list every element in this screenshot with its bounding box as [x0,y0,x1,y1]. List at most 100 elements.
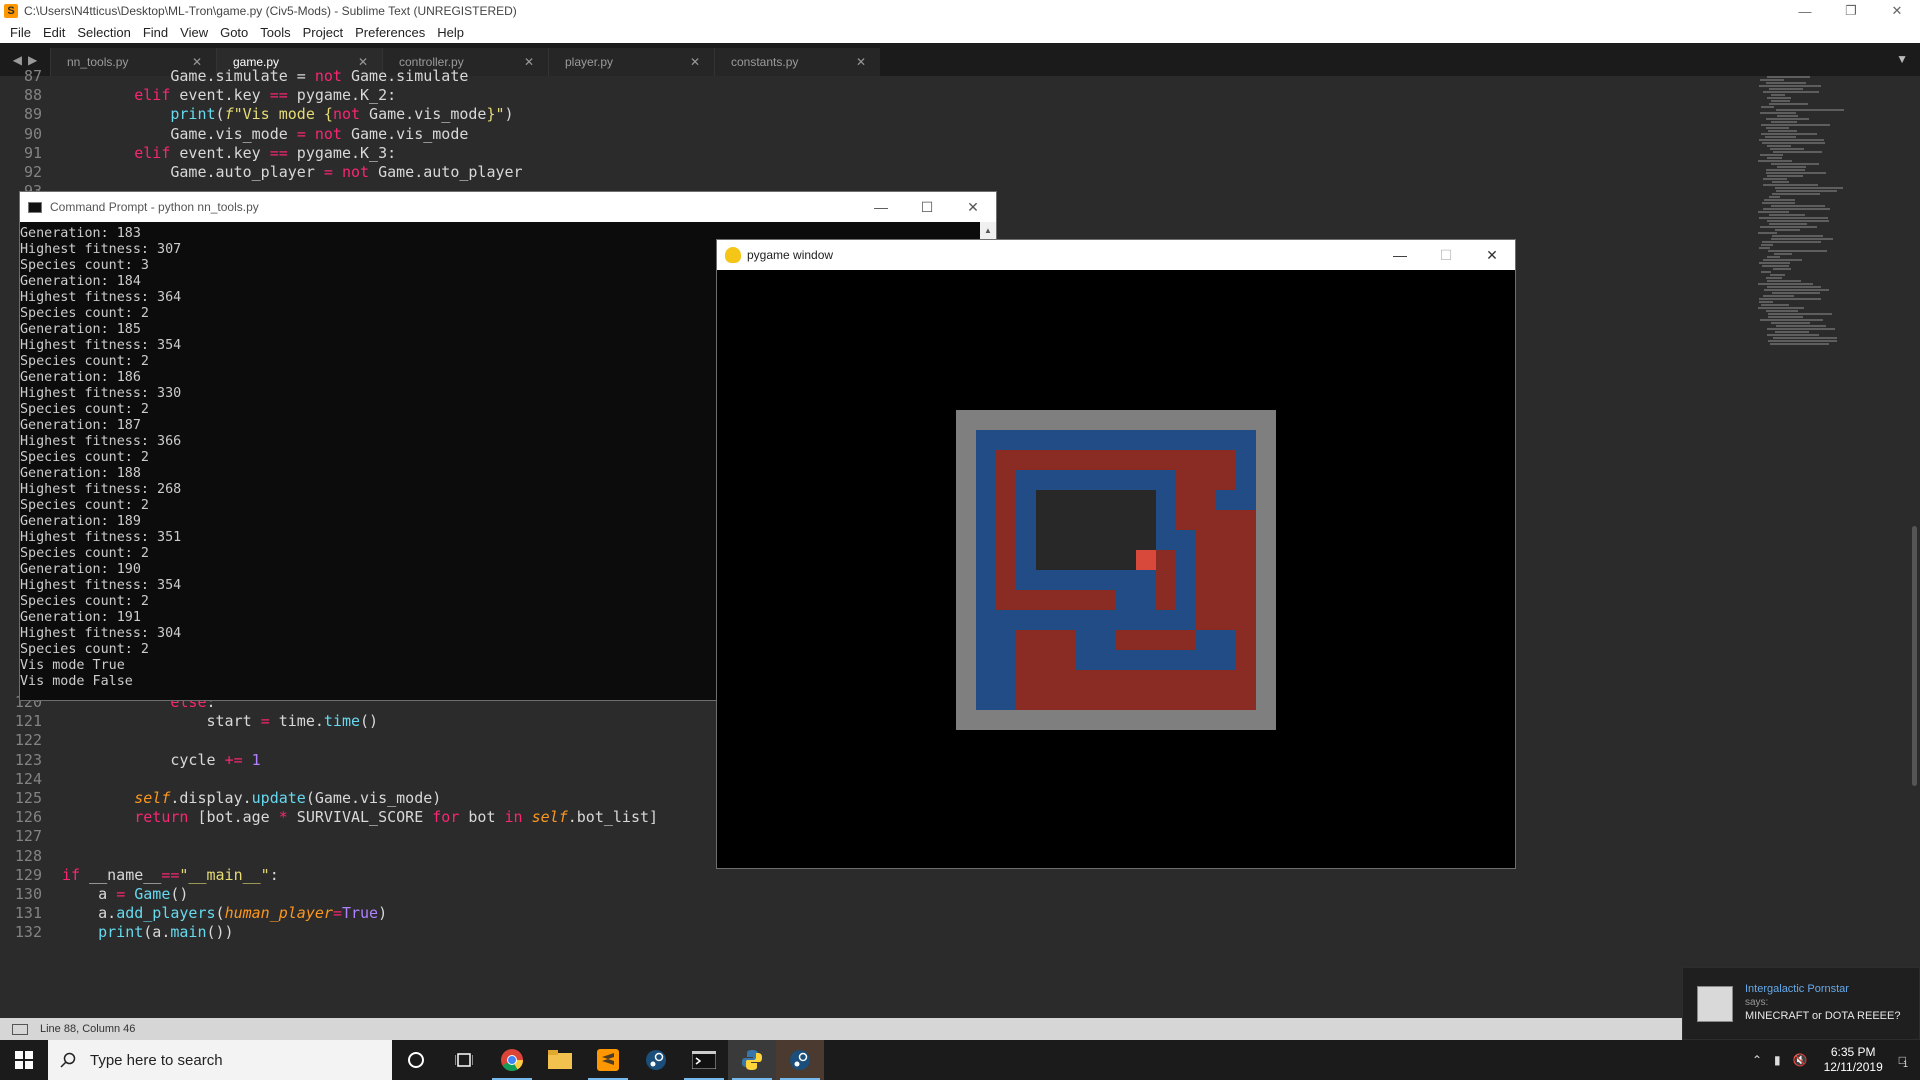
minimap-line [1759,262,1790,264]
steam-notification[interactable]: Intergalactic Pornstar says: MINECRAFT o… [1682,967,1920,1040]
minimap-line [1759,301,1773,303]
menu-find[interactable]: Find [137,25,174,40]
code-text: start = time.time() [62,712,379,731]
tab-prev-icon[interactable]: ◀ [13,53,22,67]
taskbar-steam-game[interactable] [776,1040,824,1080]
taskbar-search[interactable]: Type here to search [48,1040,392,1080]
minimap-line [1768,130,1797,132]
taskbar-command-prompt[interactable] [680,1040,728,1080]
volume-muted-icon[interactable]: 🔇 [1787,1053,1814,1067]
chevron-up-icon[interactable]: ⌃ [1746,1053,1768,1067]
close-button[interactable]: ✕ [1469,240,1515,270]
start-button[interactable] [0,1040,48,1080]
taskbar-file-explorer[interactable] [536,1040,584,1080]
minimap-line [1771,121,1797,123]
maximize-button[interactable]: ❐ [1828,0,1874,22]
steam-icon [790,1050,810,1070]
minimap-line [1775,187,1843,189]
editor-scrollbar-thumb[interactable] [1912,526,1917,786]
minimap[interactable] [1750,76,1910,356]
line-number: 125 [14,789,42,807]
blue-trail [1116,570,1156,630]
minimap-line [1769,196,1780,198]
console-toggle-icon[interactable] [12,1023,28,1035]
code-text: cycle += 1 [62,750,261,769]
code-line[interactable]: 88 elif event.key == pygame.K_2: [0,86,1700,105]
minimap-line [1776,109,1844,111]
pygame-canvas[interactable] [717,270,1515,868]
code-line[interactable]: 131 a.add_players(human_player=True) [0,904,1700,923]
close-button[interactable]: ✕ [950,192,996,222]
close-button[interactable]: ✕ [1874,0,1920,22]
minimap-line [1774,253,1792,255]
taskbar-python[interactable] [728,1040,776,1080]
taskbar-chrome[interactable] [488,1040,536,1080]
minimap-line [1768,313,1832,315]
line-number: 128 [14,846,42,865]
minimize-button[interactable]: — [1377,240,1423,270]
editor-scrollbar[interactable] [1910,76,1920,1018]
minimap-line [1762,202,1795,204]
minimap-line [1767,328,1835,330]
search-placeholder: Type here to search [90,1051,223,1069]
minimap-line [1767,334,1819,336]
line-number: 123 [14,750,42,769]
code-text: elif event.key == pygame.K_2: [134,86,397,105]
battery-icon[interactable]: ▮ [1768,1053,1787,1067]
minimap-line [1766,118,1809,120]
scroll-up-icon[interactable]: ▲ [980,222,996,238]
code-line[interactable]: 90 Game.vis_mode = not Game.vis_mode [0,125,1700,144]
code-line[interactable]: 132 print(a.main()) [0,923,1700,942]
code-line[interactable]: 87 Game.simulate = not Game.simulate [0,67,1700,86]
minimap-line [1769,88,1803,90]
menu-project[interactable]: Project [297,25,349,40]
code-line[interactable]: 91 elif event.key == pygame.K_3: [0,144,1700,163]
taskbar: Type here to search ⌃ ▮ 🔇 6:35 PM 12/11/… [0,1040,1920,1080]
minimap-line [1765,136,1796,138]
clock[interactable]: 6:35 PM 12/11/2019 [1814,1045,1893,1075]
minimap-line [1766,172,1826,174]
line-number: 121 [14,712,42,731]
minimize-button[interactable]: — [858,192,904,222]
menu-selection[interactable]: Selection [71,25,136,40]
minimap-line [1777,115,1798,117]
red-trail [1116,630,1196,650]
minimize-button[interactable]: — [1782,0,1828,22]
minimap-line [1759,298,1821,300]
tab-next-icon[interactable]: ▶ [28,53,37,67]
minimap-line [1766,310,1798,312]
minimap-line [1775,331,1809,333]
minimap-line [1760,79,1784,81]
pygame-window[interactable]: pygame window — ☐ ✕ [716,239,1516,869]
code-text: Game.auto_player = not Game.auto_player [62,163,523,181]
cmd-titlebar[interactable]: Command Prompt - python nn_tools.py — ☐ … [20,192,996,222]
menu-goto[interactable]: Goto [214,25,254,40]
cortana-button[interactable] [392,1040,440,1080]
tabs-dropdown-icon[interactable]: ▼ [1896,52,1908,66]
action-center-button[interactable]: □ 1 [1893,1053,1920,1069]
cmd-icon [28,201,42,213]
minimap-line [1771,238,1833,240]
minimap-line [1775,229,1800,231]
menu-preferences[interactable]: Preferences [349,25,431,40]
menu-edit[interactable]: Edit [37,25,71,40]
minimap-line [1758,160,1792,162]
taskbar-sublime[interactable] [584,1040,632,1080]
menu-tools[interactable]: Tools [254,25,296,40]
minimap-line [1767,157,1782,159]
task-view-button[interactable] [440,1040,488,1080]
menu-help[interactable]: Help [431,25,470,40]
code-line[interactable]: 89 print(f"Vis mode {not Game.vis_mode}"… [0,105,1700,124]
pygame-titlebar[interactable]: pygame window — ☐ ✕ [717,240,1515,270]
menu-view[interactable]: View [174,25,214,40]
code-text: return [bot.age * SURVIVAL_SCORE for bot… [134,808,659,827]
menu-file[interactable]: File [4,25,37,40]
desktop: S C:\Users\N4tticus\Desktop\ML-Tron\game… [0,0,1920,1080]
minimap-line [1770,274,1785,276]
code-line[interactable]: 130 a = Game() [0,885,1700,904]
taskbar-steam[interactable] [632,1040,680,1080]
code-line[interactable]: 92 Game.auto_player = not Game.auto_play… [0,163,1700,182]
line-number: 132 [14,923,42,942]
maximize-button[interactable]: ☐ [904,192,950,222]
minimap-line [1776,325,1826,327]
